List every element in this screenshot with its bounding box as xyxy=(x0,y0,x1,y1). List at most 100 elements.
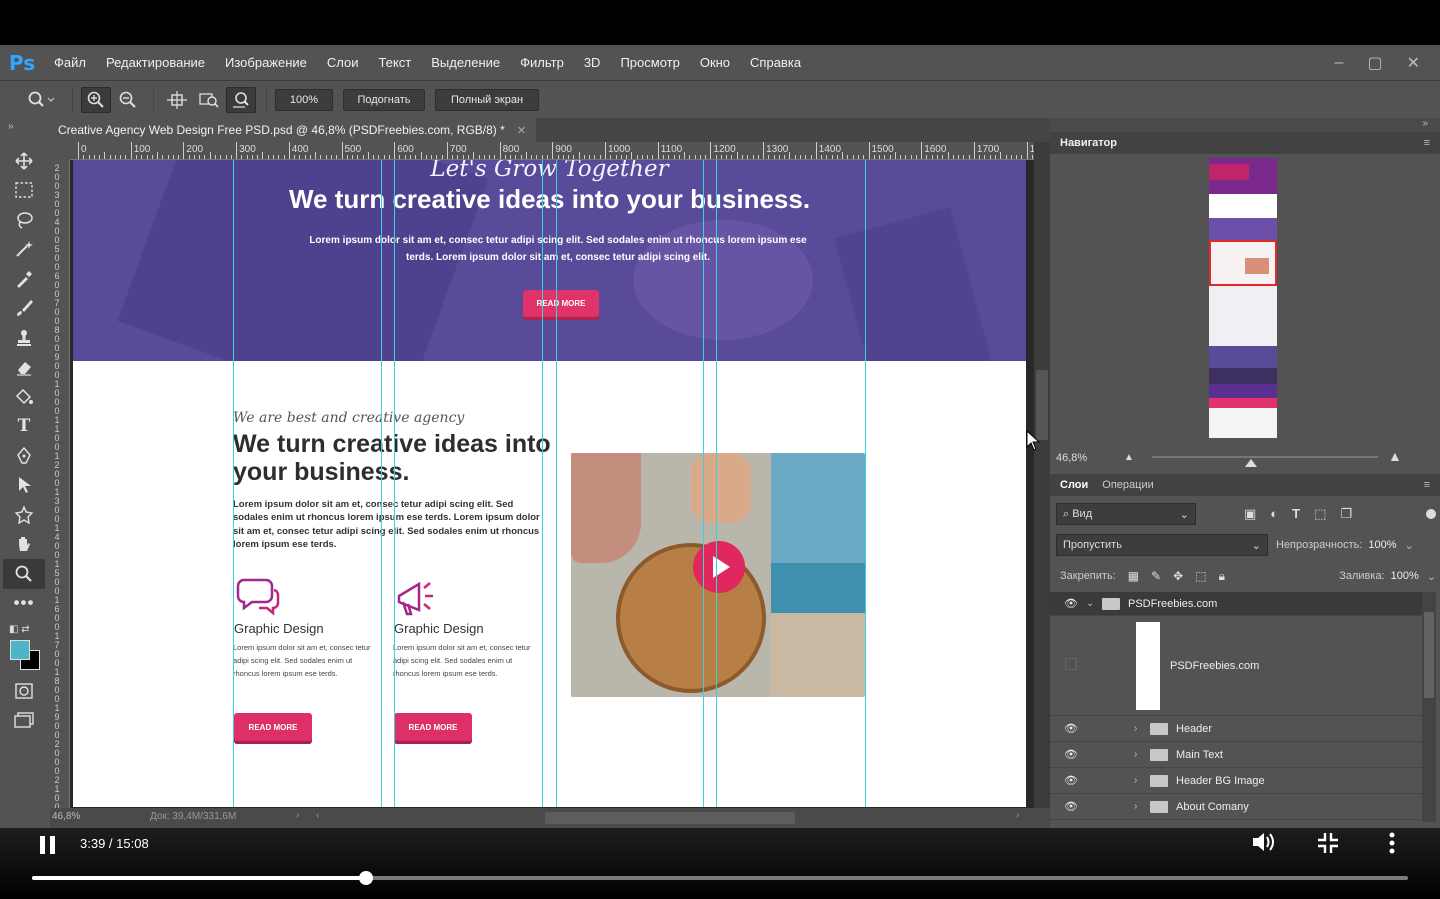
more-tools-icon[interactable]: ••• xyxy=(3,589,45,619)
default-colors-icon[interactable]: ◧ ⇄ xyxy=(9,624,30,635)
status-arrow-icon[interactable]: › xyxy=(296,810,299,821)
chevron-down-icon[interactable]: ⌄ xyxy=(1405,539,1414,552)
eye-icon[interactable]: 👁︎ xyxy=(1060,800,1082,813)
eyedropper-tool-icon[interactable] xyxy=(3,264,45,294)
zoom-in-mountain-icon[interactable]: ▲ xyxy=(1388,448,1402,464)
fill-screen-button[interactable]: Полный экран xyxy=(435,88,539,111)
navigator-view-box[interactable] xyxy=(1209,240,1277,286)
guide-line[interactable] xyxy=(542,160,543,807)
screen-mode-icon[interactable] xyxy=(3,706,45,736)
menu-help[interactable]: Справка xyxy=(740,45,811,80)
filter-adjustment-icon[interactable]: ◐ xyxy=(1270,506,1278,522)
layer-row[interactable]: 👁︎ › Header BG Image xyxy=(1050,768,1422,794)
navigator-zoom-slider[interactable] xyxy=(1152,456,1378,458)
menu-window[interactable]: Окно xyxy=(690,45,740,80)
chevron-down-icon[interactable]: ⌄ xyxy=(1086,598,1098,609)
tab-actions[interactable]: Операции xyxy=(1102,479,1153,491)
move-tool-icon[interactable] xyxy=(3,146,45,176)
menu-3d[interactable]: 3D xyxy=(574,45,611,80)
layers-scroll-thumb[interactable] xyxy=(1424,612,1434,698)
close-tab-icon[interactable]: ✕ xyxy=(517,124,526,137)
vertical-ruler[interactable]: 2003004005006007008009001000110012001300… xyxy=(50,160,70,810)
ruler-corner[interactable] xyxy=(50,142,70,160)
guide-line[interactable] xyxy=(233,160,234,807)
scroll-right-icon[interactable]: › xyxy=(1016,810,1019,821)
lock-transparent-icon[interactable]: ▦ xyxy=(1128,569,1139,584)
resize-windows-icon[interactable] xyxy=(162,87,192,113)
eye-icon[interactable]: 👁︎ xyxy=(1060,748,1082,761)
menu-type[interactable]: Текст xyxy=(369,45,422,80)
lock-artboard-icon[interactable]: ⬚ xyxy=(1195,569,1206,584)
zoom-out-icon[interactable] xyxy=(113,87,143,113)
design-canvas[interactable]: Let's Grow Together We turn creative ide… xyxy=(73,160,1026,807)
color-swatches[interactable]: ◧ ⇄ xyxy=(3,618,45,676)
guide-line[interactable] xyxy=(556,160,557,807)
brush-tool-icon[interactable] xyxy=(3,294,45,324)
navigator-zoom-knob[interactable] xyxy=(1245,459,1257,467)
fill-value[interactable]: 100% xyxy=(1391,570,1419,582)
layer-row[interactable]: 👁︎ ⌄ PSDFreebies.com xyxy=(1050,592,1422,616)
menu-view[interactable]: Просмотр xyxy=(610,45,689,80)
status-zoom[interactable]: 46,8% xyxy=(52,811,80,822)
marquee-tool-icon[interactable] xyxy=(3,176,45,206)
chevron-right-icon[interactable]: › xyxy=(1134,749,1146,760)
zoom-tool-icon[interactable] xyxy=(3,559,45,589)
lasso-tool-icon[interactable] xyxy=(3,205,45,235)
layer-filter-select[interactable]: ⌕ Вид ⌄ xyxy=(1056,503,1196,525)
opacity-value[interactable]: 100% xyxy=(1368,539,1396,551)
zoom-in-icon[interactable] xyxy=(81,86,111,113)
menu-image[interactable]: Изображение xyxy=(215,45,317,80)
menu-layers[interactable]: Слои xyxy=(317,45,369,80)
quick-mask-icon[interactable] xyxy=(3,676,45,706)
close-icon[interactable]: ✕ xyxy=(1407,53,1420,73)
menu-filter[interactable]: Фильтр xyxy=(510,45,574,80)
collapse-panels-icon[interactable]: » xyxy=(1422,118,1428,129)
layer-row[interactable]: PSDFreebies.com xyxy=(1050,616,1422,716)
fit-screen-button[interactable]: Подогнать xyxy=(343,88,425,111)
scrubby-zoom-icon[interactable] xyxy=(226,86,256,113)
filter-pixel-icon[interactable]: ▣ xyxy=(1244,506,1256,522)
layers-scrollbar[interactable] xyxy=(1422,592,1436,822)
filter-smart-object-icon[interactable]: ❐ xyxy=(1340,506,1352,522)
zoom-tool-preset-icon[interactable] xyxy=(20,87,62,113)
eye-icon[interactable]: 👁︎ xyxy=(1060,774,1082,787)
filter-type-icon[interactable]: T xyxy=(1292,506,1300,522)
zoom-all-windows-icon[interactable] xyxy=(194,87,224,113)
path-selection-tool-icon[interactable] xyxy=(3,471,45,501)
filter-toggle-icon[interactable] xyxy=(1426,509,1436,519)
pen-tool-icon[interactable] xyxy=(3,441,45,471)
stamp-tool-icon[interactable] xyxy=(3,323,45,353)
scroll-left-icon[interactable]: ‹ xyxy=(316,810,319,821)
navigator-zoom-value[interactable]: 46,8% xyxy=(1056,452,1087,464)
navigator-title[interactable]: Навигатор xyxy=(1060,137,1117,149)
zoom-out-mountain-icon[interactable]: ▲ xyxy=(1124,452,1134,463)
chevron-right-icon[interactable]: › xyxy=(1134,775,1146,786)
chevron-right-icon[interactable]: › xyxy=(1134,723,1146,734)
eye-icon[interactable]: 👁︎ xyxy=(1060,597,1082,610)
eraser-tool-icon[interactable] xyxy=(3,353,45,383)
pause-icon[interactable] xyxy=(40,836,60,854)
panel-menu-icon[interactable]: ≡ xyxy=(1424,479,1430,491)
maximize-icon[interactable]: ▢ xyxy=(1367,53,1382,73)
more-options-icon[interactable] xyxy=(1389,832,1395,860)
type-tool-icon[interactable]: T xyxy=(3,412,45,442)
lock-all-icon[interactable]: 🔒︎ xyxy=(1219,569,1225,584)
collapse-tools-icon[interactable]: » xyxy=(8,121,14,132)
tab-layers[interactable]: Слои xyxy=(1060,479,1088,491)
canvas-horizontal-scroll-thumb[interactable] xyxy=(545,812,795,824)
layer-row[interactable]: 👁︎ › Main Text xyxy=(1050,742,1422,768)
guide-line[interactable] xyxy=(703,160,704,807)
visibility-empty-box[interactable] xyxy=(1060,658,1082,673)
navigator-thumbnail[interactable] xyxy=(1209,158,1277,438)
zoom-100-button[interactable]: 100% xyxy=(275,88,333,111)
panel-menu-icon[interactable]: ≡ xyxy=(1424,137,1430,149)
blend-mode-select[interactable]: Пропустить ⌄ xyxy=(1056,534,1268,556)
paint-bucket-tool-icon[interactable] xyxy=(3,382,45,412)
hand-tool-icon[interactable] xyxy=(3,530,45,560)
horizontal-ruler[interactable]: 0 100 200 300 400 500 600 700 800 900 1000 1100 1200… xyxy=(70,142,1034,160)
lock-position-icon[interactable]: ✥ xyxy=(1173,569,1183,584)
chevron-down-icon[interactable]: ⌄ xyxy=(1427,570,1436,583)
layer-row[interactable]: 👁︎ › Header xyxy=(1050,716,1422,742)
lock-pixels-icon[interactable]: ✎ xyxy=(1151,569,1161,584)
menu-select[interactable]: Выделение xyxy=(421,45,510,80)
